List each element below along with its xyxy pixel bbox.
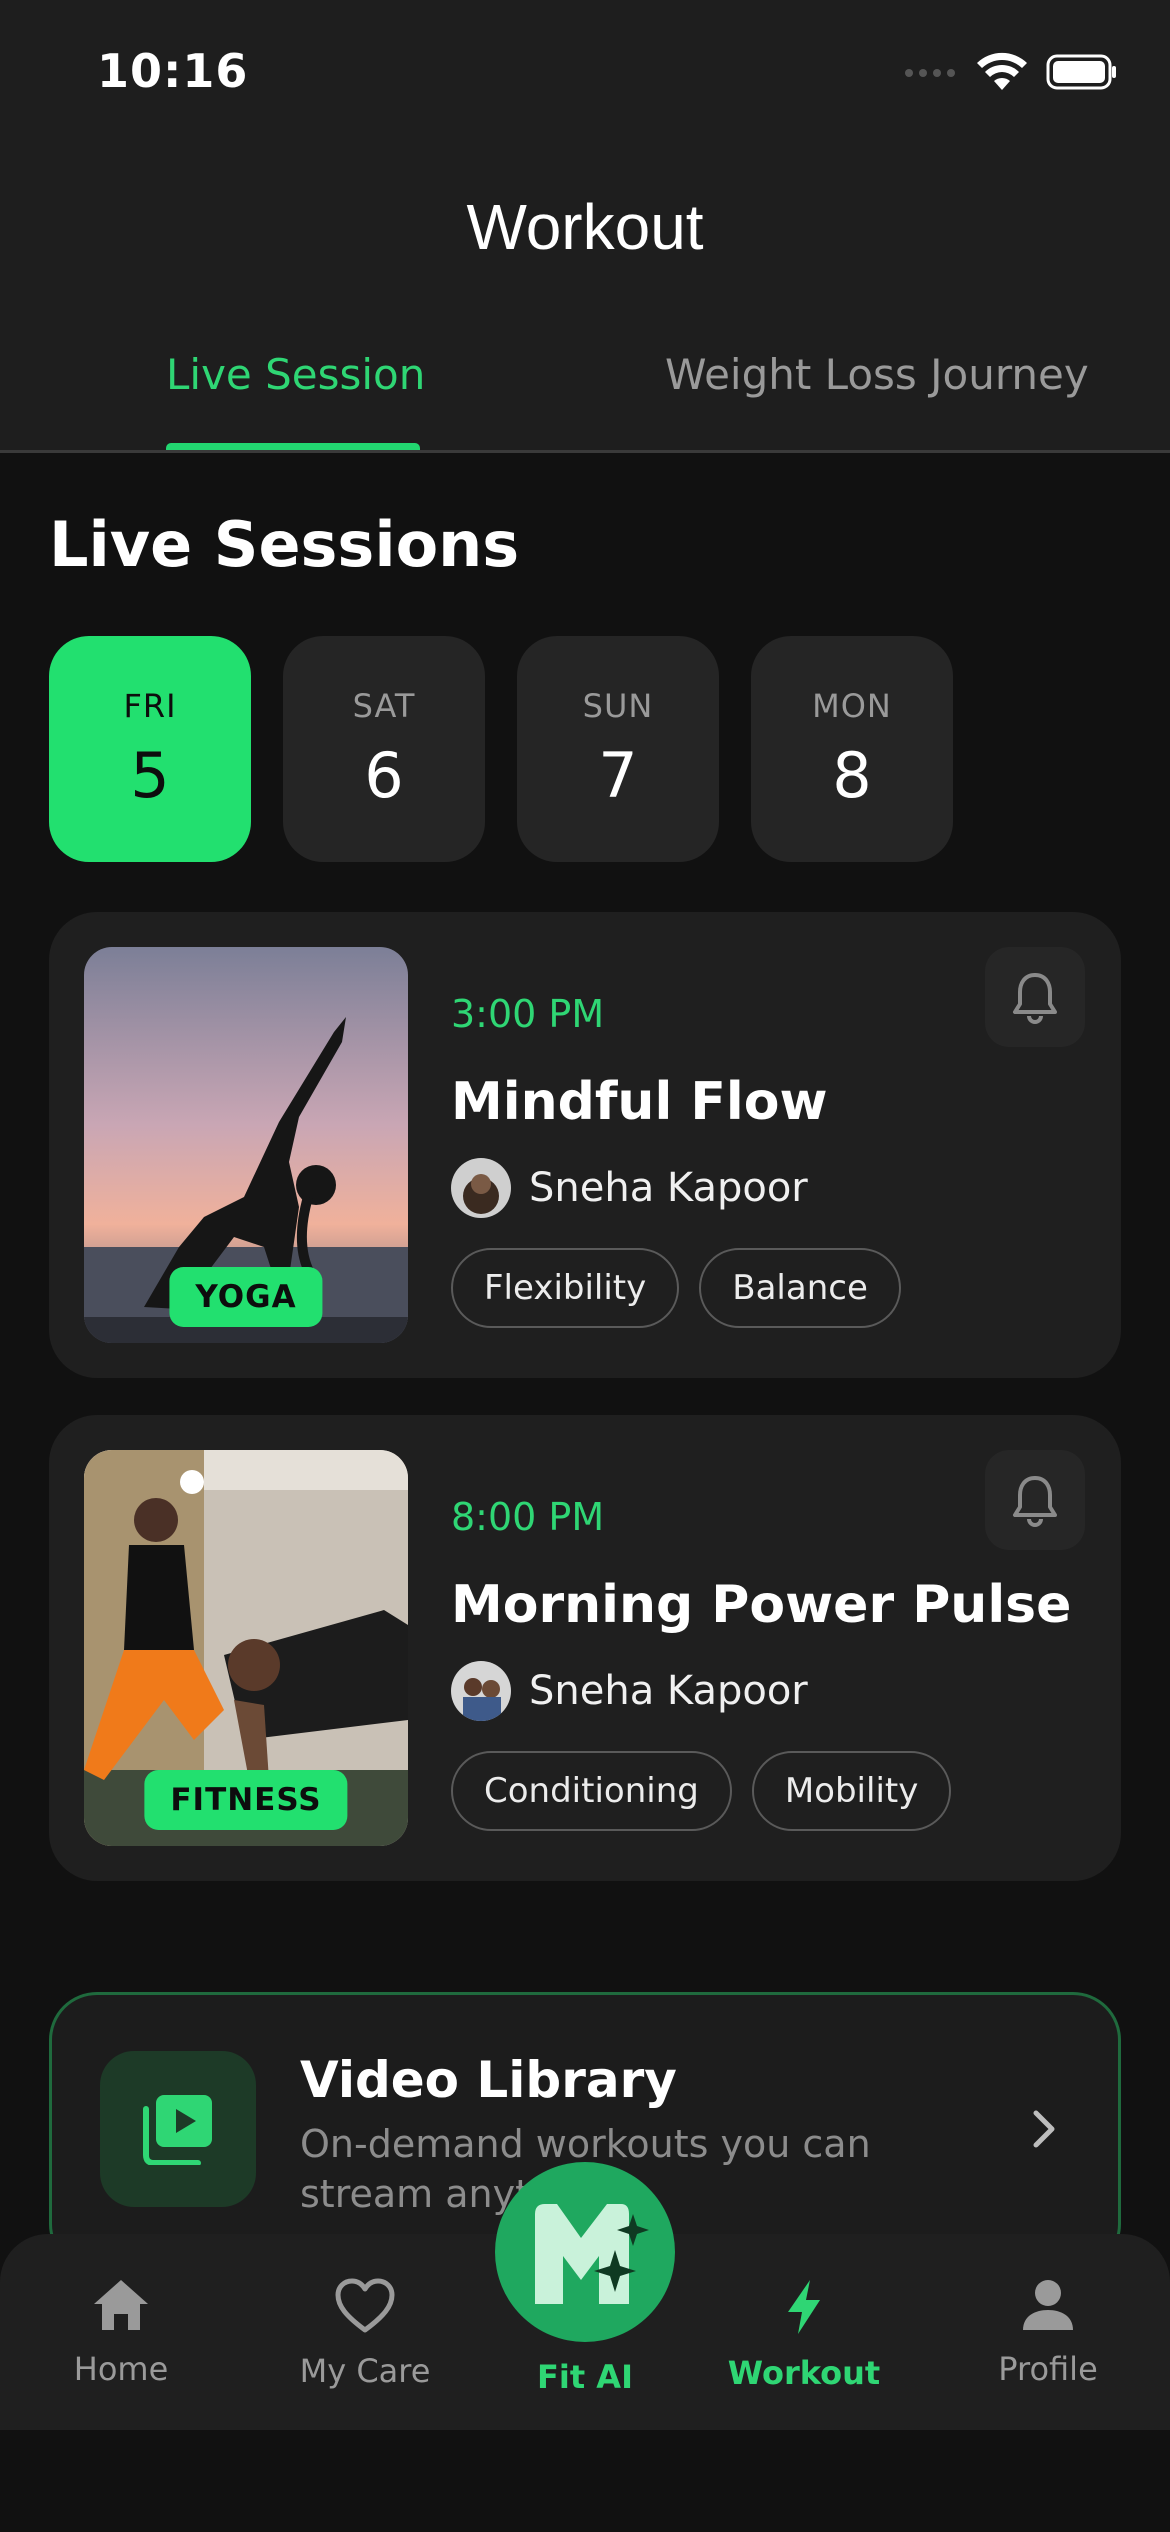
tab-weight-loss-journey[interactable]: Weight Loss Journey [665,350,1089,399]
nav-my-care[interactable]: My Care [275,2278,455,2390]
tab-bar: Live Session Weight Loss Journey [0,350,1170,452]
nav-label: My Care [299,2352,431,2390]
session-card[interactable]: FITNESS 8:00 PM Morning Power Pulse Sneh… [49,1415,1121,1881]
bolt-icon [788,2280,820,2334]
session-name: Mindful Flow [451,1072,828,1132]
nav-profile[interactable]: Profile [958,2278,1138,2388]
day-mon[interactable]: MON 8 [751,636,953,862]
day-number: 5 [130,738,170,812]
day-number: 7 [598,738,638,812]
tag-list: Flexibility Balance [451,1248,901,1328]
coach-row: Sneha Kapoor [451,1158,808,1218]
nav-label: Workout [727,2354,881,2392]
section-title: Live Sessions [49,508,520,581]
video-library-icon [100,2051,256,2207]
day-name: SAT [352,686,416,725]
avatar [451,1158,511,1218]
category-badge: YOGA [169,1267,323,1327]
day-number: 6 [364,738,404,812]
category-badge: FITNESS [144,1770,348,1830]
signal-icon [905,69,955,77]
fit-ai-label[interactable]: Fit AI [495,2358,675,2396]
day-name: SUN [582,686,654,725]
day-name: MON [812,686,892,725]
nav-label: Profile [998,2350,1098,2388]
status-icons [904,52,1118,92]
tag: Flexibility [451,1248,680,1328]
day-sat[interactable]: SAT 6 [283,636,485,862]
coach-name: Sneha Kapoor [529,1668,808,1714]
session-thumbnail: FITNESS [84,1450,408,1846]
tag: Conditioning [451,1751,732,1831]
bell-icon [1013,973,1057,1024]
page-title: Workout [466,191,704,263]
nav-home[interactable]: Home [31,2278,211,2388]
session-time: 8:00 PM [451,1495,605,1539]
day-sun[interactable]: SUN 7 [517,636,719,862]
fit-ai-button[interactable] [495,2162,675,2342]
home-indicator-area [0,2430,1170,2532]
wifi-icon [977,52,1027,90]
day-number: 8 [832,738,872,812]
avatar [451,1661,511,1721]
chevron-right-icon [1030,2107,1058,2155]
battery-icon [1046,54,1116,90]
fit-ai-logo-icon [535,2204,649,2304]
coach-row: Sneha Kapoor [451,1661,808,1721]
home-icon [94,2280,148,2330]
coach-name: Sneha Kapoor [529,1165,808,1211]
tag-list: Conditioning Mobility [451,1751,952,1831]
reminder-button[interactable] [985,1450,1085,1550]
session-time: 3:00 PM [451,992,605,1036]
tag: Mobility [751,1751,952,1831]
session-thumbnail: YOGA [84,947,408,1343]
session-card[interactable]: YOGA 3:00 PM Mindful Flow Sneha Kapoor F… [49,912,1121,1378]
bell-icon [1013,1476,1057,1527]
day-fri[interactable]: FRI 5 [49,636,251,862]
header-area: 10:16 Workout Live Session Weight Loss J… [0,0,1170,453]
reminder-button[interactable] [985,947,1085,1047]
session-name: Morning Power Pulse [451,1575,1072,1635]
heart-icon [335,2278,395,2333]
status-time: 10:16 [97,44,249,98]
day-selector: FRI 5 SAT 6 SUN 7 MON 8 [49,636,953,862]
nav-label: Home [73,2350,169,2388]
profile-icon [1023,2280,1073,2330]
tab-divider [0,450,1170,453]
nav-workout[interactable]: Workout [714,2278,894,2392]
day-name: FRI [123,686,177,725]
video-library-title: Video Library [300,2051,677,2109]
tab-live-session[interactable]: Live Session [166,350,425,399]
tag: Balance [699,1248,901,1328]
